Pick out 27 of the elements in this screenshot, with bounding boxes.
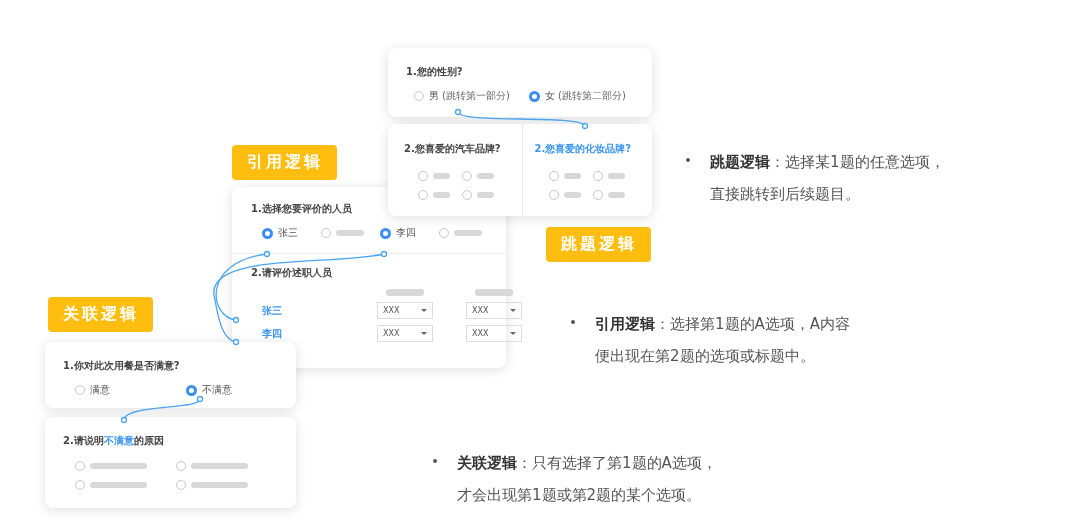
question-title: 2.请说明不满意的原因	[63, 434, 165, 448]
question-title: 1.你对此次用餐是否满意?	[63, 359, 181, 373]
description-text: 关联逻辑：只有选择了第1题的A选项， 才会出现第1题或第2题的某个选项。	[457, 453, 717, 506]
option-label: 男	[429, 89, 439, 103]
question-title: 2.请评价述职人员	[251, 266, 333, 280]
question-title: 1.您的性别?	[406, 65, 464, 79]
row-label: 张三	[262, 303, 283, 318]
question-title: 1.选择您要评价的人员	[251, 202, 353, 216]
dropdown[interactable]: XXX	[377, 302, 433, 319]
section-tag: 跳题逻辑	[546, 227, 651, 262]
option-label: 满意	[90, 383, 110, 397]
section-tag: 引用逻辑	[232, 145, 337, 180]
dropdown[interactable]: XXX	[377, 325, 433, 342]
dropdown[interactable]: XXX	[466, 302, 522, 319]
row-label: 李四	[262, 326, 283, 341]
description-text: 跳题逻辑：选择某1题的任意选项， 直接跳转到后续题目。	[710, 152, 945, 205]
description-text: 引用逻辑：选择第1题的A选项，A内容 便出现在第2题的选项或标题中。	[595, 314, 851, 367]
dropdown[interactable]: XXX	[466, 325, 522, 342]
option-label: 李四	[396, 226, 416, 240]
option-label: 张三	[278, 226, 298, 240]
option-note: (跳转第二部分)	[558, 89, 626, 103]
option-note: (跳转第一部分)	[442, 89, 510, 103]
section-tag: 关联逻辑	[48, 297, 153, 332]
question-title: 2.您喜爱的化妆品牌?	[534, 142, 633, 156]
option-label: 女	[545, 89, 555, 103]
question-title: 2.您喜爱的汽车品牌?	[404, 142, 502, 156]
option-label: 不满意	[201, 383, 232, 397]
